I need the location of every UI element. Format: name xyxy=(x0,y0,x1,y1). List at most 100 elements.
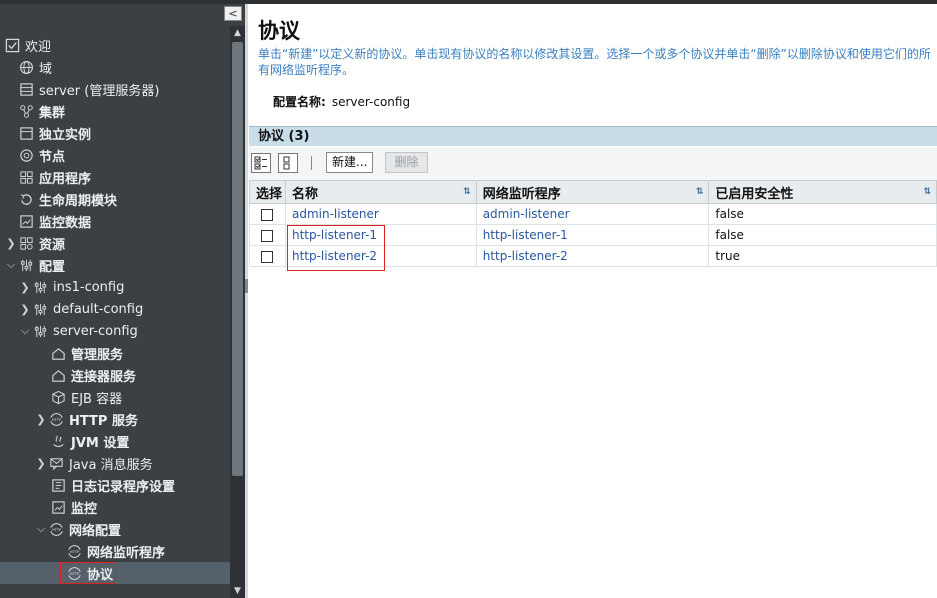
tree-item-network-config[interactable]: ⌵ HTTP 网络配置 xyxy=(0,518,230,540)
column-header-security[interactable]: 已启用安全性 ⇅ xyxy=(708,180,937,204)
scrollbar-thumb[interactable] xyxy=(232,42,243,476)
tree-item-http-service[interactable]: ❯ HTTP HTTP 服务 xyxy=(0,408,230,430)
tree-item-nodes[interactable]: 节点 xyxy=(0,144,230,166)
tree-item-resources[interactable]: ❯ 资源 xyxy=(0,232,230,254)
house-icon xyxy=(50,367,66,383)
row-checkbox[interactable] xyxy=(261,229,274,242)
tree-item-label: server-config xyxy=(53,323,138,339)
security-enabled-value: false xyxy=(708,203,937,225)
column-header-name[interactable]: 名称 ⇅ xyxy=(284,180,477,204)
tree-item-configurations[interactable]: ⌵ 配置 xyxy=(0,254,230,276)
tree-item-standalone-instances[interactable]: 独立实例 xyxy=(0,122,230,144)
tree-item-monitoring[interactable]: 监控 xyxy=(0,496,230,518)
tree-item-domain[interactable]: 域 xyxy=(0,56,230,78)
tree-item-logger-settings[interactable]: 日志记录程序设置 xyxy=(0,474,230,496)
server-icon xyxy=(18,81,34,97)
sidebar-collapse-button[interactable]: < xyxy=(224,6,242,21)
tree-item-protocols[interactable]: HTTP 协议 xyxy=(0,562,230,584)
log-icon xyxy=(50,477,66,493)
chevron-right-icon[interactable]: ❯ xyxy=(18,303,32,316)
tree-item-ins1-config[interactable]: ❯ ins1-config xyxy=(0,276,230,298)
tree-item-java-message-service[interactable]: ❯ Java 消息服务 xyxy=(0,452,230,474)
tree-item-jvm-settings[interactable]: JVM 设置 xyxy=(0,430,230,452)
tree-item-monitoring-data[interactable]: 监控数据 xyxy=(0,210,230,232)
tree-item-server-config[interactable]: ⌵ server-config xyxy=(0,320,230,342)
security-enabled-value: false xyxy=(708,224,937,246)
jvm-icon xyxy=(50,433,66,449)
navigation-tree: 欢迎 域 server (管理服务器) 集群 独立实例 节点 应用程序 生命周期… xyxy=(0,34,230,584)
chevron-right-icon[interactable]: ❯ xyxy=(34,413,48,426)
row-checkbox[interactable] xyxy=(261,208,274,221)
tree-item-ejb-container[interactable]: EJB 容器 xyxy=(0,386,230,408)
applications-icon xyxy=(18,169,34,185)
sort-icon[interactable]: ⇅ xyxy=(696,187,704,197)
tree-item-label: 日志记录程序设置 xyxy=(71,479,176,495)
cluster-icon xyxy=(18,103,34,119)
splitter-grip[interactable] xyxy=(245,279,248,293)
chevron-down-icon[interactable]: ⌵ xyxy=(34,522,48,536)
tree-item-clusters[interactable]: 集群 xyxy=(0,100,230,122)
tree-item-label: 域 xyxy=(39,61,53,77)
protocol-name-link[interactable]: admin-listener xyxy=(292,207,379,221)
tree-item-welcome[interactable]: 欢迎 xyxy=(0,34,230,56)
config-name-label: 配置名称: xyxy=(273,95,326,109)
chevron-down-icon[interactable]: ⌵ xyxy=(18,324,32,338)
scroll-down-icon[interactable]: ▼ xyxy=(230,584,245,598)
tree-item-label: 集群 xyxy=(39,105,66,121)
http-globe-icon: HTTP xyxy=(48,411,64,427)
new-button[interactable]: 新建... xyxy=(326,152,374,173)
config-sliders-icon xyxy=(32,323,48,339)
listener-link[interactable]: http-listener-1 xyxy=(483,228,568,242)
table-title: 协议 (3) xyxy=(249,126,937,146)
tree-item-label: 独立实例 xyxy=(39,127,92,143)
tree-item-server[interactable]: server (管理服务器) xyxy=(0,78,230,100)
column-header-listener[interactable]: 网络监听程序 ⇅ xyxy=(475,180,710,204)
row-checkbox[interactable] xyxy=(261,250,274,263)
config-name-value: server-config xyxy=(331,95,411,109)
sidebar: < 欢迎 域 server (管理服务器) 集群 独立实例 节点 应用程序 生命… xyxy=(0,4,245,598)
sort-icon[interactable]: ⇅ xyxy=(463,187,471,197)
annotation-highlight-box xyxy=(287,225,385,271)
sidebar-scrollbar[interactable]: ▲ ▼ xyxy=(230,26,245,598)
tree-item-label: Java 消息服务 xyxy=(69,457,153,473)
chevron-right-icon[interactable]: ❯ xyxy=(18,281,32,294)
tree-item-label: JVM 设置 xyxy=(71,435,130,451)
tree-item-lifecycle-modules[interactable]: 生命周期模块 xyxy=(0,188,230,210)
tree-item-network-listeners[interactable]: HTTP 网络监听程序 xyxy=(0,540,230,562)
page-title: 协议 xyxy=(258,19,300,43)
main-content: 协议 单击“新建”以定义新的协议。单击现有协议的名称以修改其设置。选择一个或多个… xyxy=(249,4,937,598)
table-row: admin-listener admin-listener false xyxy=(249,203,937,225)
tree-item-label: 生命周期模块 xyxy=(39,193,118,209)
tree-item-label: 应用程序 xyxy=(39,171,92,187)
chevron-right-icon[interactable]: ❯ xyxy=(34,457,48,470)
select-all-icon[interactable] xyxy=(251,153,271,173)
tree-item-label: HTTP 服务 xyxy=(69,413,138,429)
scroll-up-icon[interactable]: ▲ xyxy=(230,26,245,40)
config-name-row: 配置名称: server-config xyxy=(273,93,410,110)
deselect-all-icon[interactable] xyxy=(278,153,298,173)
sort-icon[interactable]: ⇅ xyxy=(923,187,931,197)
listener-link[interactable]: admin-listener xyxy=(483,207,570,221)
tree-item-applications[interactable]: 应用程序 xyxy=(0,166,230,188)
tree-item-default-config[interactable]: ❯ default-config xyxy=(0,298,230,320)
table-toolbar: 新建... 删除 xyxy=(249,147,937,180)
message-icon xyxy=(48,455,64,471)
listener-link[interactable]: http-listener-2 xyxy=(483,249,568,263)
http-globe-icon: HTTP xyxy=(48,521,64,537)
chevron-down-icon[interactable]: ⌵ xyxy=(4,258,18,272)
tree-item-label: server (管理服务器) xyxy=(39,83,160,99)
tree-item-label: 资源 xyxy=(39,237,66,253)
delete-button[interactable]: 删除 xyxy=(385,152,428,173)
tree-item-connector-service[interactable]: 连接器服务 xyxy=(0,364,230,386)
resources-icon xyxy=(18,235,34,251)
pane-splitter[interactable] xyxy=(245,4,248,598)
cube-icon xyxy=(50,389,66,405)
tree-item-admin-service[interactable]: 管理服务 xyxy=(0,342,230,364)
chevron-right-icon[interactable]: ❯ xyxy=(4,237,18,250)
lifecycle-icon xyxy=(18,191,34,207)
config-sliders-icon xyxy=(32,301,48,317)
table-header-row: 选择 名称 ⇅ 网络监听程序 ⇅ 已启用安全性 ⇅ xyxy=(249,180,937,204)
tree-item-label: 节点 xyxy=(39,149,66,165)
house-icon xyxy=(50,345,66,361)
config-sliders-icon xyxy=(18,257,34,273)
